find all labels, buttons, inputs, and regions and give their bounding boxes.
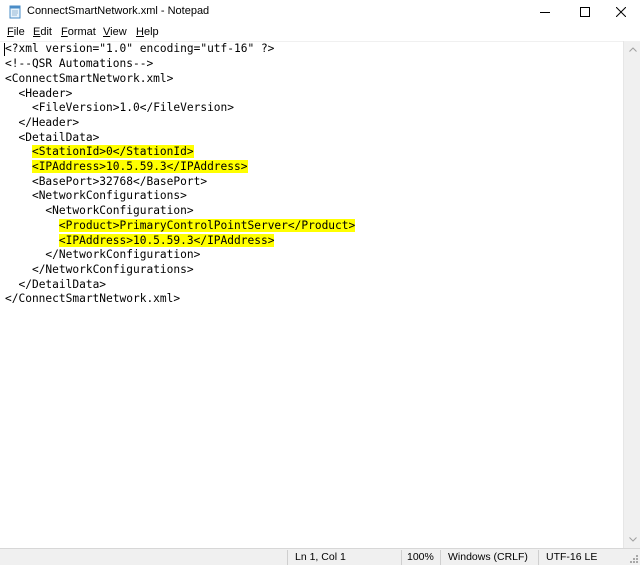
menu-view-label: iew xyxy=(110,26,127,38)
line-text: </DetailData> xyxy=(18,278,107,291)
line-text: <?xml version="1.0" encoding="utf-16" ?> xyxy=(5,42,275,55)
menu-format[interactable]: Format xyxy=(61,26,96,38)
menu-file[interactable]: File xyxy=(7,26,25,38)
menu-bar: File Edit Format View Help xyxy=(0,24,640,41)
close-button[interactable] xyxy=(598,0,640,24)
highlighted-text: <Product>PrimaryControlPointServer</Prod… xyxy=(58,219,356,232)
editor-line-13: <Product>PrimaryControlPointServer</Prod… xyxy=(5,219,356,233)
editor-line-4: <Header> xyxy=(5,87,72,101)
editor-line-3: <ConnectSmartNetwork.xml> xyxy=(5,72,173,86)
highlighted-text: <IPAddress>10.5.59.3</IPAddress> xyxy=(58,234,275,247)
menu-file-accel: F xyxy=(7,26,14,38)
line-text: <BasePort>32768</BasePort> xyxy=(31,175,208,188)
line-text: <NetworkConfigurations> xyxy=(31,189,187,202)
maximize-icon xyxy=(580,7,590,17)
menu-help[interactable]: Help xyxy=(136,26,159,38)
line-text: <ConnectSmartNetwork.xml> xyxy=(5,72,174,85)
status-line-ending: Windows (CRLF) xyxy=(448,551,528,563)
status-divider xyxy=(440,550,441,565)
chevron-up-icon xyxy=(628,47,637,52)
menu-help-accel: H xyxy=(136,26,144,38)
highlighted-text: <IPAddress>10.5.59.3</IPAddress> xyxy=(31,160,248,173)
editor-line-9: <IPAddress>10.5.59.3</IPAddress> xyxy=(5,160,248,174)
menu-file-label: ile xyxy=(13,26,25,38)
menu-edit[interactable]: Edit xyxy=(33,26,52,38)
editor-line-10: <BasePort>32768</BasePort> xyxy=(5,175,207,189)
resize-grip-icon[interactable] xyxy=(627,552,639,564)
status-position: Ln 1, Col 1 xyxy=(295,551,346,563)
line-text: <FileVersion>1.0</FileVersion> xyxy=(31,101,235,114)
text-caret xyxy=(4,43,5,56)
notepad-icon xyxy=(8,5,22,19)
line-text: </ConnectSmartNetwork.xml> xyxy=(5,292,181,305)
status-divider xyxy=(401,550,402,565)
line-text: </Header> xyxy=(18,116,80,129)
editor-line-16: </NetworkConfigurations> xyxy=(5,263,194,277)
editor-line-12: <NetworkConfiguration> xyxy=(5,204,194,218)
editor-line-15: </NetworkConfiguration> xyxy=(5,248,200,262)
title-bar[interactable]: ConnectSmartNetwork.xml - Notepad xyxy=(0,0,640,24)
status-bar: Ln 1, Col 1 100% Windows (CRLF) UTF-16 L… xyxy=(0,548,640,565)
menu-edit-label: dit xyxy=(40,26,52,38)
editor-line-18: </ConnectSmartNetwork.xml> xyxy=(5,292,180,306)
line-text: <DetailData> xyxy=(18,131,100,144)
menu-format-accel: F xyxy=(61,26,68,38)
status-zoom: 100% xyxy=(407,551,434,563)
highlighted-text: <StationId>0</StationId> xyxy=(31,145,194,158)
editor-line-7: <DetailData> xyxy=(5,131,99,145)
editor-line-5: <FileVersion>1.0</FileVersion> xyxy=(5,101,234,115)
status-divider xyxy=(538,550,539,565)
editor-line-11: <NetworkConfigurations> xyxy=(5,189,187,203)
line-text: <Header> xyxy=(18,87,73,100)
close-icon xyxy=(616,7,626,17)
editor-line-17: </DetailData> xyxy=(5,278,106,292)
editor-line-14: <IPAddress>10.5.59.3</IPAddress> xyxy=(5,234,275,248)
minimize-icon xyxy=(540,12,550,13)
text-editor[interactable]: <?xml version="1.0" encoding="utf-16" ?>… xyxy=(0,41,623,548)
window-title: ConnectSmartNetwork.xml - Notepad xyxy=(27,5,210,17)
menu-help-label: elp xyxy=(143,26,159,38)
editor-line-8: <StationId>0</StationId> xyxy=(5,145,194,159)
menu-view[interactable]: View xyxy=(103,26,127,38)
scroll-up-button[interactable] xyxy=(624,41,640,58)
editor-line-2: <!--QSR Automations--> xyxy=(5,57,153,71)
vertical-scrollbar[interactable] xyxy=(623,41,640,548)
status-encoding: UTF-16 LE xyxy=(546,551,598,563)
chevron-down-icon xyxy=(628,537,637,542)
line-text: </NetworkConfigurations> xyxy=(31,263,194,276)
menu-format-label: ormat xyxy=(67,26,96,38)
editor-line-1: <?xml version="1.0" encoding="utf-16" ?> xyxy=(5,42,274,56)
line-text: <!--QSR Automations--> xyxy=(5,57,154,70)
line-text: <NetworkConfiguration> xyxy=(45,204,194,217)
status-divider xyxy=(287,550,288,565)
editor-line-6: </Header> xyxy=(5,116,79,130)
line-text: </NetworkConfiguration> xyxy=(45,248,201,261)
scroll-down-button[interactable] xyxy=(624,531,640,548)
